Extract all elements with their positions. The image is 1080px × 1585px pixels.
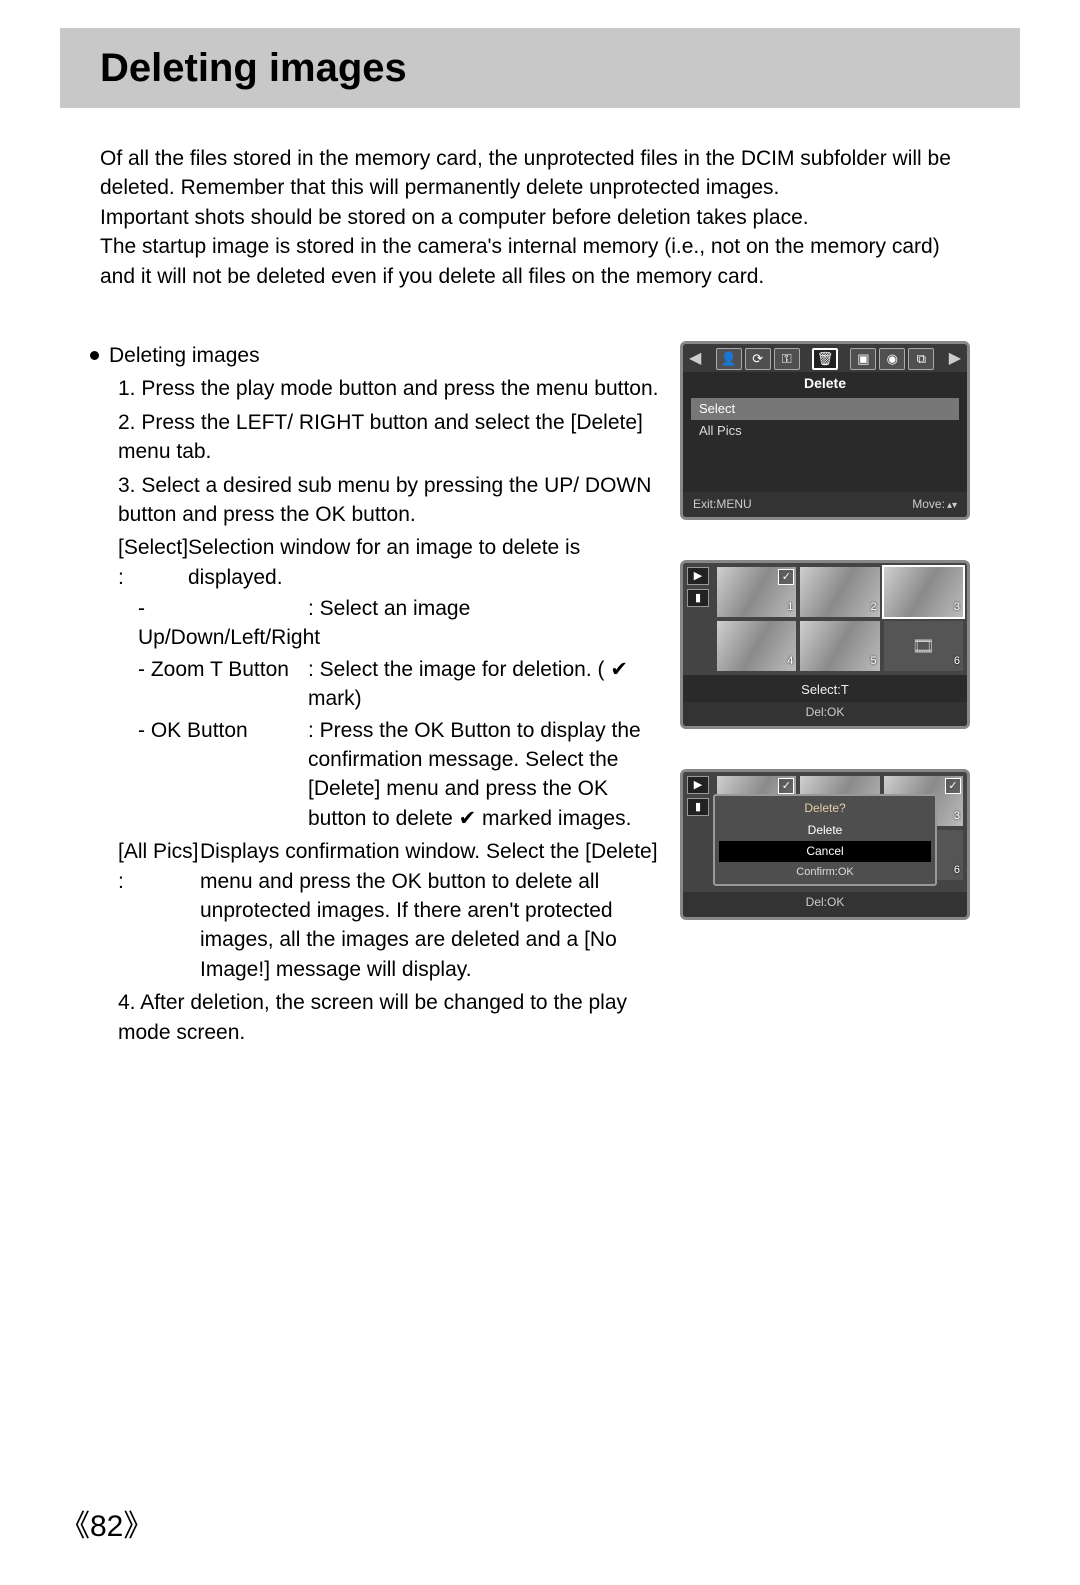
step-3: 3. Select a desired sub menu by pressing… [118,471,660,985]
intro-line-1: Of all the files stored in the memory ca… [100,144,980,203]
nav-right-icon[interactable]: ▶ [947,348,963,370]
dialog-opt-cancel[interactable]: Cancel [719,841,931,862]
updown-val: : Select an image [308,594,660,653]
dialog-title: Delete? [719,800,931,817]
palette-icon[interactable]: ◉ [879,348,905,370]
camera-screen-select: ▶ ▮ 1 2 3 4 5 🎞6 Select:T Del:OK [680,560,970,729]
thumbnail-4[interactable]: 4 [717,621,796,671]
battery-icon: ▮ [687,589,709,607]
film-icon: 🎞 [912,634,935,659]
ok-key: - OK Button [138,716,308,834]
menu-item-allpics[interactable]: All Pics [691,420,959,442]
page-title: Deleting images [100,46,407,91]
rotate-icon[interactable]: ⟳ [745,348,771,370]
confirm-dialog: Delete? Delete Cancel Confirm:OK [713,794,937,886]
copy-icon[interactable]: ⧉ [908,348,934,370]
step-2: 2. Press the LEFT/ RIGHT button and sele… [118,408,660,467]
zoom-key: - Zoom T Button [138,655,308,714]
title-bar: Deleting images [60,28,1020,108]
step-4: 4. After deletion, the screen will be ch… [118,988,660,1047]
thumbnail-5[interactable]: 5 [800,621,879,671]
intro-line-2: Important shots should be stored on a co… [100,203,980,232]
nav-left-icon[interactable]: ◀ [687,348,703,370]
play-icon: ▶ [687,776,709,794]
thumbnail-1[interactable]: 1 [717,567,796,617]
updown-key: - Up/Down/Left/Right [138,594,308,653]
trash-icon[interactable]: 🗑 [812,348,838,370]
camera-screen-confirm: ▶ ▮ 3 🎞6 Delete? Delete Cancel [680,769,970,920]
allpics-text: Displays confirmation window. Select the… [200,837,660,984]
dialog-opt-delete[interactable]: Delete [719,820,931,841]
ok-val: : Press the OK Button to display the con… [308,716,660,834]
allpics-label: [All Pics] : [118,837,200,984]
thumbnail-6[interactable]: 🎞6 [884,621,963,671]
dialog-confirm-label: Confirm:OK [719,865,931,880]
intro-line-3: The startup image is stored in the camer… [100,232,980,291]
exit-label: Exit:MENU [693,496,752,513]
key-icon[interactable]: ⚿ [774,348,800,370]
image-icon[interactable]: ▣ [850,348,876,370]
select-mid-label: Select:T [683,675,967,701]
thumbnail-2[interactable]: 2 [800,567,879,617]
select-label: [Select] : [118,533,188,592]
thumbnail-3[interactable]: 3 [884,567,963,617]
battery-icon: ▮ [687,798,709,816]
menu-item-select[interactable]: Select [691,398,959,420]
confirm-foot-label: Del:OK [683,892,967,917]
step-1: 1. Press the play mode button and press … [118,374,660,403]
zoom-val: : Select the image for deletion. ( ✔ mar… [308,655,660,714]
play-icon: ▶ [687,567,709,585]
portrait-icon[interactable]: 👤 [716,348,742,370]
intro-paragraph: Of all the files stored in the memory ca… [100,144,980,291]
page-number: 《82》 [60,1501,153,1545]
bullet-dot [90,351,99,360]
menu-title: Delete [683,372,967,398]
move-label: Move: [912,496,957,513]
section-heading: Deleting images [109,341,260,370]
select-foot-label: Del:OK [683,702,967,727]
select-text: Selection window for an image to delete … [188,533,660,592]
camera-screen-menu: ◀ 👤 ⟳ ⚿ 🗑 ▣ ◉ ⧉ ▶ Delete S [680,341,970,520]
